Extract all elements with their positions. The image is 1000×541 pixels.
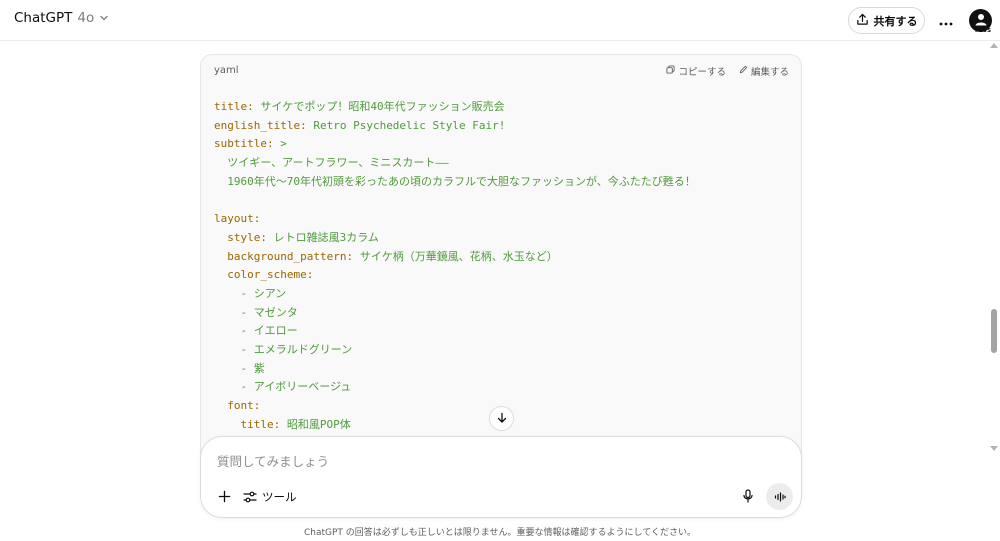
chevron-down-icon — [99, 13, 109, 23]
code-line: - 紫 — [214, 360, 696, 379]
yaml-value: 1960年代～70年代初頭を彩ったあの頃のカラフルで大胆なファッションが、今ふた… — [214, 174, 696, 188]
plus-icon — [218, 488, 231, 507]
code-line: - イエロー — [214, 322, 696, 341]
yaml-value: イエロー — [247, 324, 298, 338]
code-line: english_title: Retro Psychedelic Style F… — [214, 117, 696, 136]
yaml-key: english_title: — [214, 118, 307, 132]
code-line: style: レトロ雑誌風3カラム — [214, 229, 696, 248]
code-line: - エメラルドグリーン — [214, 341, 696, 360]
code-line: background_pattern: サイケ柄（万華鏡風、花柄、水玉など） — [214, 248, 696, 267]
yaml-key: style: — [214, 230, 267, 244]
code-actions: コピーする 編集する — [666, 64, 789, 78]
scroll-up-arrow-icon[interactable] — [990, 43, 998, 48]
plus-badge: PLUS — [975, 28, 992, 34]
share-button[interactable]: 共有する — [848, 7, 925, 34]
model-name: ChatGPT — [14, 10, 73, 26]
composer: ツール — [200, 436, 802, 518]
code-line: layout: — [214, 210, 696, 229]
scroll-down-arrow-icon[interactable] — [990, 446, 998, 451]
copy-icon — [666, 65, 676, 77]
yaml-value: サイケでポップ！昭和40年代ファッション販売会 — [253, 100, 505, 113]
code-line: font: — [214, 397, 696, 416]
code-line: subtitle: > — [214, 135, 696, 154]
disclaimer: ChatGPT の回答は必ずしも正しいとは限りません。重要な情報は確認するように… — [304, 528, 696, 538]
waveform-icon — [774, 487, 786, 506]
yaml-value: サイケ柄（万華鏡風、花柄、水玉など） — [353, 249, 558, 263]
pencil-icon — [739, 65, 748, 77]
scroll-to-bottom-button[interactable] — [489, 406, 514, 431]
code-language-label: yaml — [214, 65, 239, 76]
top-bar: ChatGPT 4o 共有する PLUS — [0, 0, 1000, 41]
share-label: 共有する — [873, 14, 918, 28]
yaml-value: 昭和風POP体 — [280, 417, 351, 431]
voice-mode-button[interactable] — [766, 483, 793, 510]
code-line: ツイギー、アートフラワー、ミニスカート―― — [214, 154, 696, 173]
yaml-value: 紫 — [247, 361, 265, 375]
yaml-list-marker: - — [214, 380, 248, 394]
code-line: color_scheme: — [214, 266, 696, 285]
code-content: title: サイケでポップ！昭和40年代ファッション販売会 english_ti… — [214, 98, 696, 434]
code-line: - マゼンタ — [214, 304, 696, 323]
yaml-key: title: — [214, 100, 254, 113]
ellipsis-icon — [939, 11, 953, 30]
model-version: 4o — [77, 10, 95, 26]
code-line: - アイボリーベージュ — [214, 378, 696, 397]
yaml-value: ツイギー、アートフラワー、ミニスカート―― — [214, 156, 449, 170]
microphone-icon — [742, 488, 754, 507]
yaml-value: レトロ雑誌風3カラム — [266, 230, 379, 244]
yaml-list-marker: - — [214, 324, 248, 338]
yaml-list-marker: - — [214, 286, 248, 300]
yaml-key: subtitle: — [214, 137, 274, 151]
code-line: title: 昭和風POP体 — [214, 416, 696, 435]
yaml-list-marker: - — [214, 361, 248, 375]
yaml-value: マゼンタ — [247, 305, 298, 319]
yaml-key: background_pattern: — [214, 249, 354, 263]
code-line: 1960年代～70年代初頭を彩ったあの頃のカラフルで大胆なファッションが、今ふた… — [214, 173, 696, 192]
more-options-button[interactable] — [935, 10, 957, 30]
yaml-key: layout: — [214, 212, 261, 226]
page-scrollbar[interactable] — [988, 41, 1000, 501]
dictate-button[interactable] — [738, 487, 758, 507]
prompt-input[interactable] — [217, 451, 777, 471]
edit-code-button[interactable]: 編集する — [739, 64, 789, 78]
yaml-value: > — [273, 137, 287, 151]
scroll-thumb[interactable] — [991, 309, 997, 353]
edit-label: 編集する — [750, 67, 789, 78]
sliders-icon — [243, 488, 257, 507]
copy-label: コピーする — [678, 67, 726, 78]
add-attachment-button[interactable] — [214, 487, 234, 507]
yaml-value: Retro Psychedelic Style Fair! — [306, 118, 506, 132]
yaml-list-marker: - — [214, 305, 248, 319]
yaml-value: シアン — [247, 286, 287, 300]
yaml-key: color_scheme: — [214, 268, 314, 282]
yaml-key: title: — [214, 417, 281, 431]
yaml-value: アイボリーベージュ — [247, 380, 352, 394]
tools-label: ツール — [262, 490, 297, 504]
tools-button[interactable]: ツール — [243, 486, 297, 508]
arrow-down-icon — [496, 409, 508, 428]
yaml-value: エメラルドグリーン — [247, 342, 353, 356]
upload-icon — [856, 11, 869, 30]
copy-code-button[interactable]: コピーする — [666, 64, 726, 78]
code-line: title: サイケでポップ！昭和40年代ファッション販売会 — [214, 98, 696, 117]
code-block-header: yaml コピーする 編集する — [201, 55, 801, 85]
yaml-key: font: — [214, 399, 261, 412]
code-line: - シアン — [214, 285, 696, 304]
yaml-list-marker: - — [214, 342, 248, 356]
model-switcher[interactable]: ChatGPT 4o — [14, 10, 109, 26]
